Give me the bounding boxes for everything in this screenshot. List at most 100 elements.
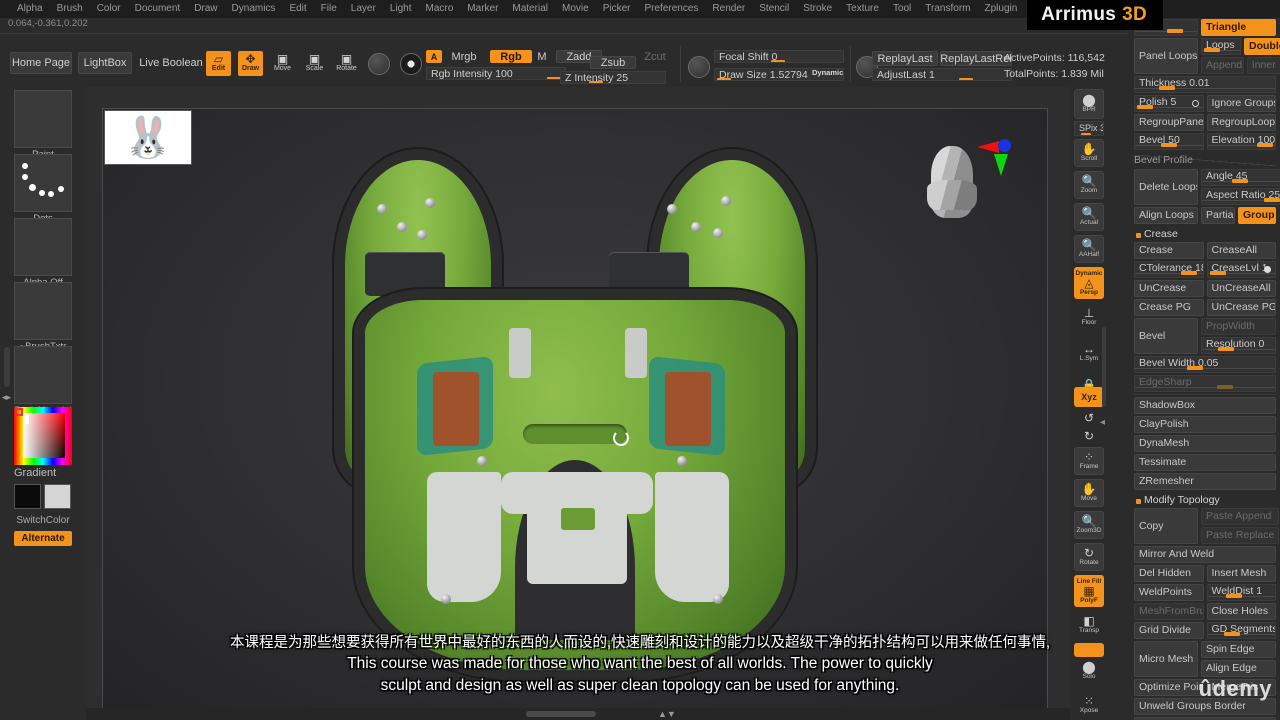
draw-mode-button[interactable]: ✥ Draw (238, 51, 263, 76)
resolution-slider[interactable]: Resolution 0 (1201, 337, 1276, 354)
shelf-expand-icon[interactable]: ◂ (1100, 417, 1105, 428)
material-slot[interactable]: BasicMaterial (14, 346, 72, 416)
home-page-button[interactable]: Home Page (10, 52, 72, 74)
delete-loops-button[interactable]: Delete Loops (1134, 169, 1198, 205)
solo-button[interactable]: ⬤ Solo (1074, 657, 1104, 685)
crease-lvl-indicator-icon[interactable] (1264, 266, 1271, 273)
alpha-thumbnail[interactable] (14, 218, 72, 276)
floor-button[interactable]: ⊥ Floor (1074, 303, 1104, 331)
weld-points-button[interactable]: WeldPoints (1134, 584, 1204, 601)
menu-item-file[interactable]: File (314, 0, 344, 18)
shelf-scrollbar[interactable] (1102, 327, 1106, 407)
panel-loops-button[interactable]: Panel Loops (1134, 38, 1198, 74)
claypolish-button[interactable]: ClayPolish (1134, 416, 1276, 433)
paste-replace-button[interactable]: Paste Replace (1201, 527, 1280, 544)
tessimate-button[interactable]: Tessimate (1134, 454, 1276, 471)
append-button[interactable]: Append (1201, 57, 1244, 74)
close-holes-button[interactable]: Close Holes (1206, 603, 1276, 620)
align-edge-button[interactable]: Align Edge (1201, 660, 1276, 677)
menu-item-movie[interactable]: Movie (555, 0, 596, 18)
groups-button[interactable]: Groups (1238, 207, 1276, 224)
lsym-button[interactable]: ↔ L.Sym (1074, 339, 1104, 367)
uncrease-all-button[interactable]: UnCreaseAll (1206, 280, 1276, 297)
crease-pg-button[interactable]: Crease PG (1134, 299, 1204, 316)
color-yinyang-icon[interactable] (400, 53, 422, 75)
texture-thumbnail[interactable] (14, 282, 72, 340)
color-picker[interactable] (14, 407, 72, 465)
texture-slot[interactable]: ~BrushTxtr (14, 282, 72, 352)
edge-sharp-slider[interactable]: EdgeSharp (1134, 375, 1276, 392)
stroke-thumbnail[interactable] (14, 154, 72, 212)
menu-item-document[interactable]: Document (128, 0, 188, 18)
menu-item-zplugin[interactable]: Zplugin (978, 0, 1025, 18)
document-thumbnail[interactable]: 🐰 (104, 110, 192, 165)
xpose-button[interactable]: ⁙ Xpose (1074, 691, 1104, 719)
loops-slider[interactable]: Loops (1201, 38, 1241, 55)
elevation-slider[interactable]: Elevation 100 (1206, 133, 1276, 150)
stroke-s-icon[interactable] (688, 56, 710, 78)
brush-thumbnail[interactable] (14, 90, 72, 148)
zcut-toggle[interactable]: Zcut (638, 50, 672, 63)
grid-divide-button[interactable]: Grid Divide (1134, 622, 1204, 639)
spix-slider[interactable]: SPix 3 (1074, 121, 1104, 136)
bevel-width-slider[interactable]: Bevel Width 0.05 (1134, 356, 1276, 373)
axis-y-icon[interactable] (994, 154, 1008, 176)
menu-item-transform[interactable]: Transform (918, 0, 977, 18)
scroll-button[interactable]: ✋ Scroll (1074, 139, 1104, 167)
canvas[interactable]: 🐰 (102, 108, 1048, 709)
angle-slider[interactable]: Angle 45 (1201, 169, 1280, 186)
sculpt-model[interactable] (325, 160, 825, 680)
m-toggle[interactable]: M (534, 50, 550, 63)
thickness-slider[interactable]: Thickness 0.01 (1134, 76, 1276, 93)
menu-item-macro[interactable]: Macro (419, 0, 461, 18)
replay-last-rel-button[interactable]: ReplayLastRel (940, 51, 1012, 66)
axis-x-icon[interactable] (977, 141, 999, 153)
del-hidden-button[interactable]: Del Hidden (1134, 565, 1204, 582)
menu-item-edit[interactable]: Edit (282, 0, 313, 18)
gd-segments-slider[interactable]: GD Segments 3 (1206, 622, 1276, 639)
rgb-toggle[interactable]: Rgb (490, 50, 532, 63)
main-color-swatch[interactable] (14, 484, 41, 509)
rgb-intensity-slider[interactable]: Rgb Intensity 100 (426, 67, 566, 80)
stroke-slot[interactable]: Dots (14, 154, 72, 224)
sidebar-scrollbar[interactable] (4, 347, 10, 387)
transp-button[interactable]: ◧ Transp (1074, 611, 1104, 639)
adjust-last-slider[interactable]: AdjustLast 1 (872, 68, 1012, 81)
dynamesh-button[interactable]: DynaMesh (1134, 435, 1276, 452)
dynamic-badge[interactable]: Dynamic (812, 68, 843, 77)
focal-shift-slider[interactable]: Focal Shift 0 (714, 50, 844, 63)
mesh-from-brush-button[interactable]: MeshFromBrush (1134, 603, 1204, 620)
scroll-arrows-icon[interactable]: ▲▼ (658, 709, 676, 719)
regroup-panels-button[interactable]: RegroupPanels (1134, 114, 1204, 131)
rgb-intensity-knob[interactable] (547, 77, 561, 79)
bevel-profile-graph[interactable]: Bevel Profile (1134, 152, 1276, 166)
zsub-toggle[interactable]: Zsub (590, 56, 636, 69)
alpha-toggle[interactable]: A (426, 50, 442, 63)
zoom-button[interactable]: 🔍 Zoom (1074, 171, 1104, 199)
micro-mesh-button[interactable]: Micro Mesh (1134, 641, 1198, 677)
crease-lvl-slider[interactable]: CreaseLvl 1 (1206, 261, 1276, 278)
bpr-button[interactable]: ⬤ BPR (1074, 89, 1104, 119)
secondary-color-swatch[interactable] (44, 484, 71, 509)
canvas-scrollbar[interactable]: ▲▼ (86, 708, 1070, 720)
alternate-button[interactable]: Alternate (14, 531, 72, 546)
menu-item-picker[interactable]: Picker (596, 0, 638, 18)
prop-width-button[interactable]: PropWidth (1201, 318, 1276, 335)
triangle-button[interactable]: Triangle (1201, 19, 1276, 36)
ignore-groups-button[interactable]: Ignore Groups (1206, 95, 1276, 112)
menu-item-alpha[interactable]: Alpha (10, 0, 50, 18)
shadowbox-button[interactable]: ShadowBox (1134, 397, 1276, 414)
align-loops-button[interactable]: Align Loops (1134, 207, 1198, 224)
xyz-button[interactable]: Xyz (1074, 387, 1104, 407)
rotate-button[interactable]: ↻ Rotate (1074, 543, 1104, 571)
ghost-button[interactable] (1074, 643, 1104, 657)
bevel-value-slider[interactable]: Bevel 50 (1134, 133, 1204, 150)
persp-button[interactable]: Dynamic ◬ Persp (1074, 267, 1104, 299)
material-sphere-icon[interactable] (368, 53, 390, 75)
aspect-ratio-slider[interactable]: Aspect Ratio 25 (1201, 188, 1280, 205)
uncrease-pg-button[interactable]: UnCrease PG (1206, 299, 1276, 316)
regroup-loops-button[interactable]: RegroupLoops (1206, 114, 1276, 131)
modify-topology-section-header[interactable]: Modify Topology (1134, 492, 1276, 508)
menu-item-preferences[interactable]: Preferences (637, 0, 705, 18)
tool-panel[interactable]: Triangle Panel Loops Loops Double Append… (1130, 18, 1280, 720)
